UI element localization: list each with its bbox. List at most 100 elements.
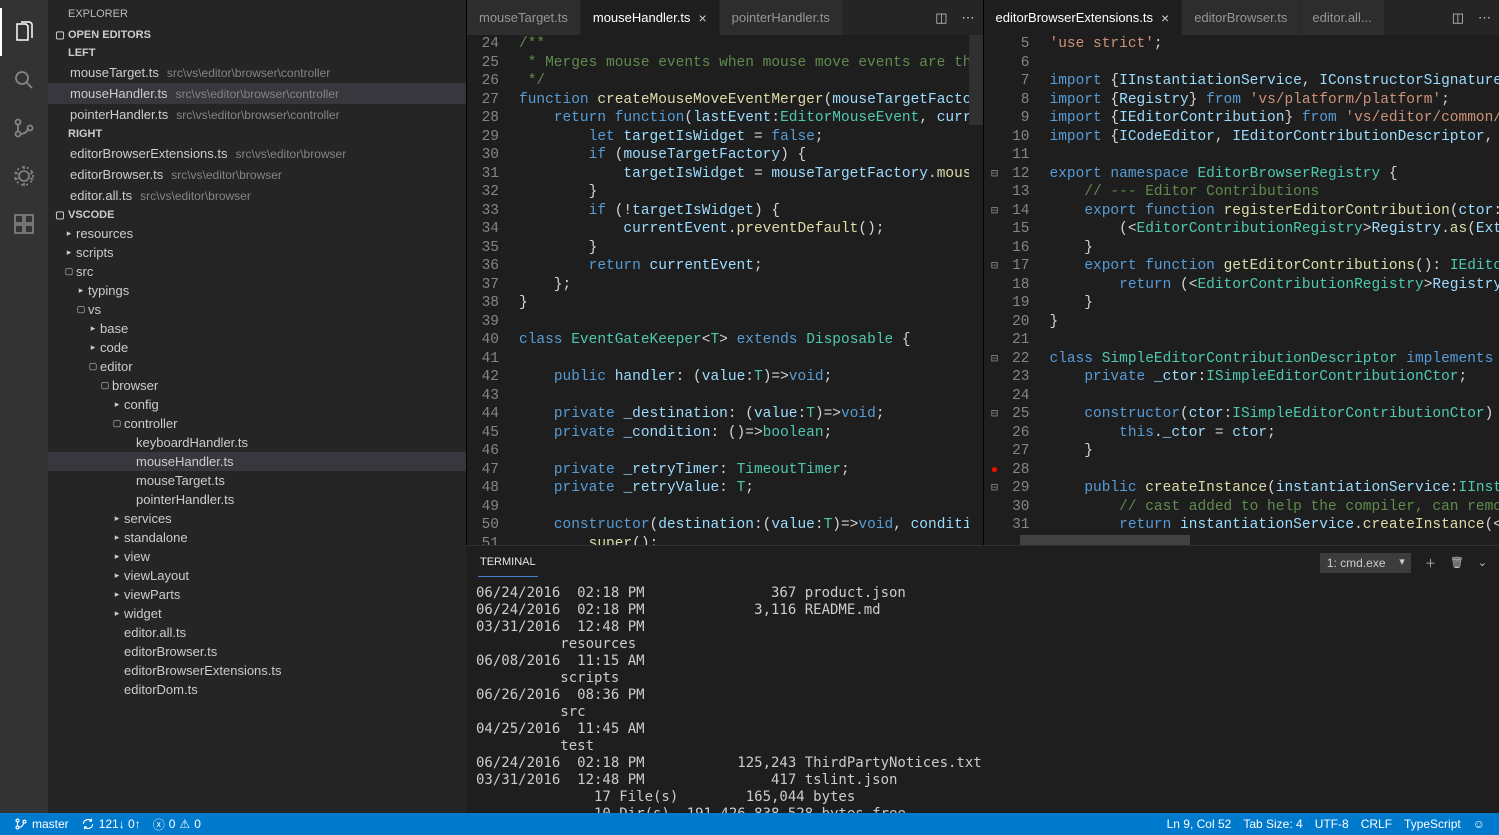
- status-bar: master 121↓ 0↑ ⓧ0 ⚠0 Ln 9, Col 52 Tab Si…: [0, 813, 1499, 835]
- tree-file[interactable]: pointerHandler.ts: [48, 490, 466, 509]
- tree-file[interactable]: editorDom.ts: [48, 680, 466, 699]
- tree-folder[interactable]: ▸resources: [48, 224, 466, 243]
- sidebar: Explorer ▢ Open Editors LEFT mouseTarget…: [48, 0, 466, 813]
- more-icon[interactable]: ⋯: [962, 10, 975, 26]
- chevron-down-icon: ▢: [52, 30, 68, 41]
- horizontal-scrollbar[interactable]: [984, 535, 1499, 545]
- status-encoding[interactable]: UTF-8: [1309, 817, 1355, 831]
- tree-file[interactable]: editor.all.ts: [48, 623, 466, 642]
- terminal-tab[interactable]: TERMINAL: [478, 548, 538, 577]
- blank: [110, 666, 124, 676]
- fold-icon[interactable]: ⊟: [991, 257, 998, 276]
- tree-folder[interactable]: ▸view: [48, 547, 466, 566]
- editor-tab[interactable]: pointerHandler.ts: [720, 0, 843, 35]
- tree-folder[interactable]: ▸services: [48, 509, 466, 528]
- blank: [110, 647, 124, 657]
- tree-file[interactable]: keyboardHandler.ts: [48, 433, 466, 452]
- debug-icon[interactable]: [0, 152, 48, 200]
- chevron-down-icon: ▢: [86, 361, 100, 372]
- more-icon[interactable]: ⋯: [1478, 10, 1491, 26]
- chevron-right-icon: ▸: [110, 589, 124, 600]
- editor-tab[interactable]: editorBrowser.ts: [1182, 0, 1300, 35]
- tree-folder[interactable]: ▢src: [48, 262, 466, 281]
- close-icon[interactable]: ×: [1161, 10, 1169, 26]
- fold-icon[interactable]: ⊟: [991, 405, 998, 424]
- status-branch[interactable]: master: [8, 817, 75, 831]
- chevron-right-icon: ▸: [110, 513, 124, 524]
- tree-file[interactable]: editorBrowserExtensions.ts: [48, 661, 466, 680]
- code-editor-left[interactable]: /** * Merges mouse events when mouse mov…: [513, 35, 969, 545]
- terminal-panel: TERMINAL 1: cmd.exe ＋ 🗑 ⌄ 06/24/2016 02:…: [466, 545, 1499, 813]
- tree-folder[interactable]: ▸viewParts: [48, 585, 466, 604]
- open-editor-item[interactable]: pointerHandler.tssrc\vs\editor\browser\c…: [48, 104, 466, 125]
- editor-tab[interactable]: editorBrowserExtensions.ts×: [984, 0, 1183, 35]
- section-vscode[interactable]: ▢ vscode: [48, 206, 466, 224]
- open-editor-item[interactable]: editorBrowser.tssrc\vs\editor\browser: [48, 164, 466, 185]
- tree-file[interactable]: editorBrowser.ts: [48, 642, 466, 661]
- fold-icon[interactable]: ⊟: [991, 479, 998, 498]
- editor-tab[interactable]: mouseHandler.ts×: [581, 0, 720, 35]
- split-editor-icon[interactable]: ◫: [1452, 10, 1464, 26]
- fold-icon[interactable]: ⊟: [991, 165, 998, 184]
- open-editor-item[interactable]: mouseHandler.tssrc\vs\editor\browser\con…: [48, 83, 466, 104]
- tree-folder[interactable]: ▸scripts: [48, 243, 466, 262]
- open-editor-item[interactable]: editor.all.tssrc\vs\editor\browser: [48, 185, 466, 206]
- open-editor-item[interactable]: mouseTarget.tssrc\vs\editor\browser\cont…: [48, 62, 466, 83]
- editor-tab[interactable]: editor.all...: [1300, 0, 1384, 35]
- fold-icon[interactable]: ⊟: [991, 350, 998, 369]
- tab-bar-right: editorBrowserExtensions.ts×editorBrowser…: [984, 0, 1499, 35]
- explorer-icon[interactable]: [0, 8, 48, 56]
- minimap[interactable]: [969, 35, 983, 545]
- blank: [122, 495, 136, 505]
- open-editor-item[interactable]: editorBrowserExtensions.tssrc\vs\editor\…: [48, 143, 466, 164]
- new-terminal-icon[interactable]: ＋: [1425, 555, 1436, 571]
- search-icon[interactable]: [0, 56, 48, 104]
- code-editor-right[interactable]: 'use strict';import {IInstantiationServi…: [1044, 35, 1499, 535]
- tree-folder[interactable]: ▸widget: [48, 604, 466, 623]
- status-language[interactable]: TypeScript: [1398, 817, 1467, 831]
- chevron-right-icon: ▸: [62, 228, 76, 239]
- tree-folder[interactable]: ▸typings: [48, 281, 466, 300]
- blank: [110, 628, 124, 638]
- status-lncol[interactable]: Ln 9, Col 52: [1161, 817, 1238, 831]
- chevron-right-icon: ▸: [110, 399, 124, 410]
- chevron-down-icon: ▢: [52, 210, 68, 221]
- status-feedback-icon[interactable]: ☺: [1467, 817, 1491, 831]
- tree-file[interactable]: mouseHandler.ts: [48, 452, 466, 471]
- tree-file[interactable]: mouseTarget.ts: [48, 471, 466, 490]
- status-tabsize[interactable]: Tab Size: 4: [1237, 817, 1308, 831]
- chevron-down-icon[interactable]: ⌄: [1478, 556, 1487, 569]
- close-icon[interactable]: ×: [698, 10, 706, 26]
- extensions-icon[interactable]: [0, 200, 48, 248]
- tree-folder[interactable]: ▢editor: [48, 357, 466, 376]
- editor-tab[interactable]: mouseTarget.ts: [467, 0, 581, 35]
- status-sync[interactable]: 121↓ 0↑: [75, 817, 147, 831]
- tab-bar-left: mouseTarget.tsmouseHandler.ts×pointerHan…: [467, 0, 983, 35]
- status-eol[interactable]: CRLF: [1355, 817, 1398, 831]
- sidebar-title: Explorer: [48, 0, 466, 26]
- activity-bar: [0, 0, 48, 813]
- section-open-editors[interactable]: ▢ Open Editors: [48, 26, 466, 44]
- source-control-icon[interactable]: [0, 104, 48, 152]
- tree-folder[interactable]: ▸standalone: [48, 528, 466, 547]
- breakpoint-icon[interactable]: ●: [991, 461, 998, 480]
- tree-folder[interactable]: ▸code: [48, 338, 466, 357]
- blank: [122, 457, 136, 467]
- group-right: RIGHT: [48, 125, 466, 143]
- chevron-right-icon: ▸: [86, 323, 100, 334]
- tree-folder[interactable]: ▸config: [48, 395, 466, 414]
- tree-folder[interactable]: ▸viewLayout: [48, 566, 466, 585]
- tree-folder[interactable]: ▸base: [48, 319, 466, 338]
- split-editor-icon[interactable]: ◫: [935, 10, 947, 26]
- kill-terminal-icon[interactable]: 🗑: [1450, 556, 1464, 569]
- tree-folder[interactable]: ▢browser: [48, 376, 466, 395]
- editor-left: mouseTarget.tsmouseHandler.ts×pointerHan…: [466, 0, 983, 545]
- tree-folder[interactable]: ▢controller: [48, 414, 466, 433]
- editor-right: editorBrowserExtensions.ts×editorBrowser…: [983, 0, 1499, 545]
- fold-icon[interactable]: ⊟: [991, 202, 998, 221]
- terminal-select[interactable]: 1: cmd.exe: [1320, 553, 1411, 573]
- status-problems[interactable]: ⓧ0 ⚠0: [147, 816, 207, 833]
- chevron-right-icon: ▸: [86, 342, 100, 353]
- tree-folder[interactable]: ▢vs: [48, 300, 466, 319]
- terminal[interactable]: 06/24/2016 02:18 PM 367 product.json 06/…: [466, 579, 1499, 813]
